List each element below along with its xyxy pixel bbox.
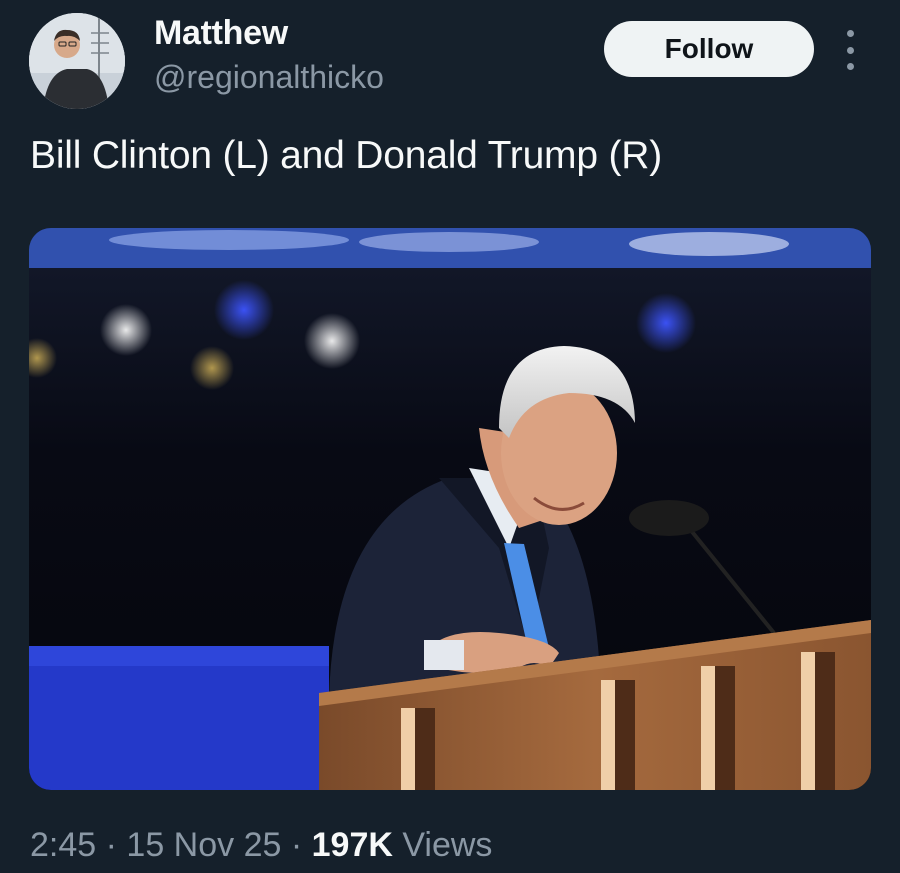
display-name[interactable]: Matthew [154, 14, 288, 53]
views-count[interactable]: 197K [312, 826, 393, 864]
tweet-time[interactable]: 2:45 [30, 826, 96, 864]
tweet-card: Matthew @regionalthicko Follow Bill Clin… [0, 0, 900, 873]
tweet-date[interactable]: 15 Nov 25 [126, 826, 281, 864]
meta-separator: · [281, 826, 312, 864]
tweet-photo[interactable] [29, 228, 871, 790]
meta-separator: · [96, 826, 127, 864]
tweet-text: Bill Clinton (L) and Donald Trump (R) [30, 134, 663, 177]
user-handle[interactable]: @regionalthicko [154, 59, 384, 96]
tweet-meta: 2:45 · 15 Nov 25 · 197K Views [30, 826, 492, 865]
follow-button[interactable]: Follow [604, 21, 814, 77]
more-vertical-icon[interactable] [838, 30, 862, 70]
user-avatar[interactable] [29, 13, 125, 109]
views-label: Views [392, 826, 493, 864]
